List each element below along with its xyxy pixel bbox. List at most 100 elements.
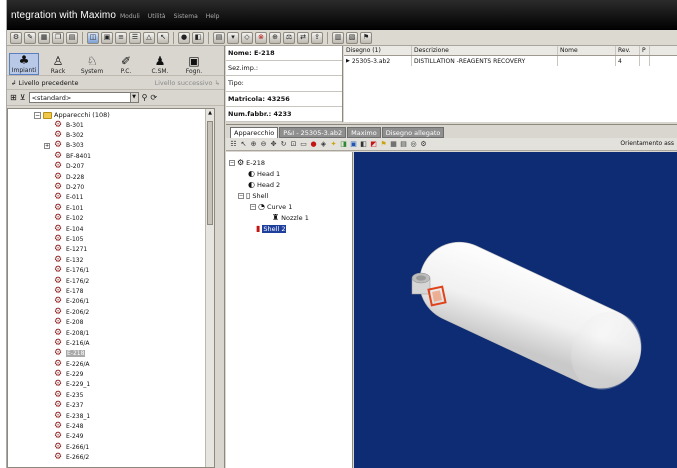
side-view-icon[interactable]: ◧	[359, 140, 368, 149]
menu-sistema[interactable]: Sistema	[174, 13, 198, 20]
tree-item[interactable]: ⚙ E-176/1	[54, 265, 91, 275]
camera-icon[interactable]: ◎	[409, 140, 418, 149]
3d-viewport[interactable]	[354, 152, 677, 468]
filter-options-icon[interactable]: ⊻	[20, 93, 26, 102]
stop-icon[interactable]: ●	[178, 31, 190, 44]
component-shell-2[interactable]: ▮ Shell 2	[256, 224, 287, 234]
tree-view-icon[interactable]: ☷	[229, 140, 238, 149]
scrollbar-thumb[interactable]	[207, 121, 213, 225]
component-shell[interactable]: − ▯ Shell	[238, 191, 268, 201]
tree-item[interactable]: ⚙ B-302	[54, 130, 91, 140]
chart-icon[interactable]: ▧	[346, 31, 358, 44]
settings-icon[interactable]: ⚙	[419, 140, 428, 149]
tree-item[interactable]: ⚙ D-270	[54, 182, 91, 192]
menu-help[interactable]: Help	[206, 13, 220, 20]
tree-item[interactable]: ⚙ E-105	[54, 234, 91, 244]
menu-utilita[interactable]: Utilità	[148, 13, 166, 20]
tool-fogn[interactable]: ▣ Fogn.	[179, 55, 209, 76]
previous-level-button[interactable]: ↲ Livello precedente	[11, 79, 78, 87]
scroll-up-icon[interactable]: ▲	[206, 109, 214, 118]
component-curve-1[interactable]: − ◔ Curve 1	[250, 202, 292, 212]
pointer-icon[interactable]: ↖	[239, 140, 248, 149]
menu-moduli[interactable]: Moduli	[120, 13, 140, 20]
dropdown-icon[interactable]: ▾	[227, 31, 239, 44]
settings-icon[interactable]: ⚙	[10, 31, 22, 44]
zoom-in-icon[interactable]: ⊕	[249, 140, 258, 149]
tool-pc[interactable]: ✐ P.C.	[111, 55, 141, 76]
section-icon[interactable]: ◨	[339, 140, 348, 149]
tree-item[interactable]: ⚙ E-102	[54, 214, 91, 224]
tree-item[interactable]: ⚙ BF-8401	[54, 151, 91, 161]
next-level-button[interactable]: Livello successivo ↳	[155, 79, 221, 87]
align-icon[interactable]: ≡	[115, 31, 127, 44]
expand-icon[interactable]: +	[44, 142, 50, 149]
tree-item[interactable]: ⚙ E-208	[54, 317, 91, 327]
tools-icon[interactable]: ✎	[24, 31, 36, 44]
tree-item[interactable]: ⚙ E-206/2	[54, 307, 91, 317]
window-icon[interactable]: ◧	[192, 31, 204, 44]
component-root[interactable]: − ⚙ E-218	[229, 158, 265, 168]
collapse-icon[interactable]: −	[250, 204, 256, 210]
select-icon[interactable]: ◫	[87, 31, 99, 44]
tree-item[interactable]: ⚙ D-207	[54, 162, 91, 172]
tree-item[interactable]: ⚙ E-237	[54, 401, 91, 411]
top-view-icon[interactable]: ◩	[369, 140, 378, 149]
box-icon[interactable]: ▭	[299, 140, 308, 149]
column-nome[interactable]: Nome	[558, 46, 616, 55]
table-row[interactable]: ▶ 25305-3.ab2 DISTILLATION -REAGENTS RECO…	[344, 56, 677, 66]
transfer-icon[interactable]: ⇄	[297, 31, 309, 44]
tree-item[interactable]: ⚙ E-266/1	[54, 442, 91, 452]
layers-icon[interactable]: ▤	[399, 140, 408, 149]
tree-item[interactable]: ⚙ E-249	[54, 432, 91, 442]
tab-disegno-allegato[interactable]: Disegno allegato	[381, 127, 445, 138]
search-icon[interactable]: ⚲	[142, 93, 148, 102]
tree-item[interactable]: ⚙ E-178	[54, 286, 91, 296]
print-icon[interactable]: ▤	[66, 31, 78, 44]
light-icon[interactable]: ✦	[329, 140, 338, 149]
tool-csm[interactable]: ♟ C.SM.	[145, 55, 175, 76]
copy-icon[interactable]: ❐	[52, 31, 64, 44]
column-disegno[interactable]: Disegno (1)	[344, 46, 412, 55]
collapse-icon[interactable]: −	[238, 193, 244, 199]
collapse-icon[interactable]: −	[229, 160, 235, 166]
component-head-1[interactable]: ◐ Head 1	[248, 169, 280, 179]
link-icon[interactable]: ⊗	[255, 31, 267, 44]
tree-root[interactable]: − Apparecchi (108)	[34, 110, 110, 120]
document-icon[interactable]: ▣	[101, 31, 113, 44]
tree-item[interactable]: ⚙ E-176/2	[54, 276, 91, 286]
view-menu-icon[interactable]: ▤	[213, 31, 225, 44]
tree-scrollbar[interactable]: ▲	[205, 109, 214, 467]
refresh-icon[interactable]: ⟳	[150, 93, 157, 102]
measure-icon[interactable]: ⚑	[379, 140, 388, 149]
tree-item[interactable]: ⚙ E-101	[54, 203, 91, 213]
tree-item[interactable]: ⚙ E-229_1	[54, 380, 91, 390]
tree-item[interactable]: ⚙ E-208/1	[54, 328, 91, 338]
tool-system[interactable]: ♘ System	[77, 55, 107, 76]
tree-item[interactable]: ⚙ E-104	[54, 224, 91, 234]
tree-item[interactable]: ⚙ E-206/1	[54, 297, 91, 307]
component-head-2[interactable]: ◐ Head 2	[248, 180, 280, 190]
rotate-icon[interactable]: ↻	[279, 140, 288, 149]
tree-item[interactable]: ⚙ E-266/2	[54, 453, 91, 463]
export-icon[interactable]: ⇪	[311, 31, 323, 44]
eraser-icon[interactable]: ◇	[241, 31, 253, 44]
tool-impianti[interactable]: ♣ Impianti	[9, 53, 39, 75]
cube-icon[interactable]: ◈	[319, 140, 328, 149]
pan-icon[interactable]: ✥	[269, 140, 278, 149]
tree-item[interactable]: ⚙ E-238_1	[54, 411, 91, 421]
tab-maximo[interactable]: Maximo	[347, 127, 381, 138]
tool-rack[interactable]: ♙ Rack	[43, 55, 73, 76]
scale-icon[interactable]: ⚖	[283, 31, 295, 44]
tree-item[interactable]: ⚙ E-216/A	[54, 338, 91, 348]
tree-item[interactable]: ⚙ E-1271	[54, 245, 91, 255]
fit-icon[interactable]: ⊡	[289, 140, 298, 149]
sphere-icon[interactable]: ●	[309, 140, 318, 149]
grid-icon[interactable]: ▦	[38, 31, 50, 44]
tree-item[interactable]: ⚙ D-228	[54, 172, 91, 182]
pointer-icon[interactable]: ↖	[157, 31, 169, 44]
column-p[interactable]: P	[640, 46, 650, 55]
component-nozzle-1[interactable]: ♜ Nozzle 1	[272, 213, 309, 223]
tree-item[interactable]: ⚙ E-011	[54, 193, 91, 203]
column-descrizione[interactable]: Descrizione	[412, 46, 558, 55]
zoom-out-icon[interactable]: ⊖	[259, 140, 268, 149]
